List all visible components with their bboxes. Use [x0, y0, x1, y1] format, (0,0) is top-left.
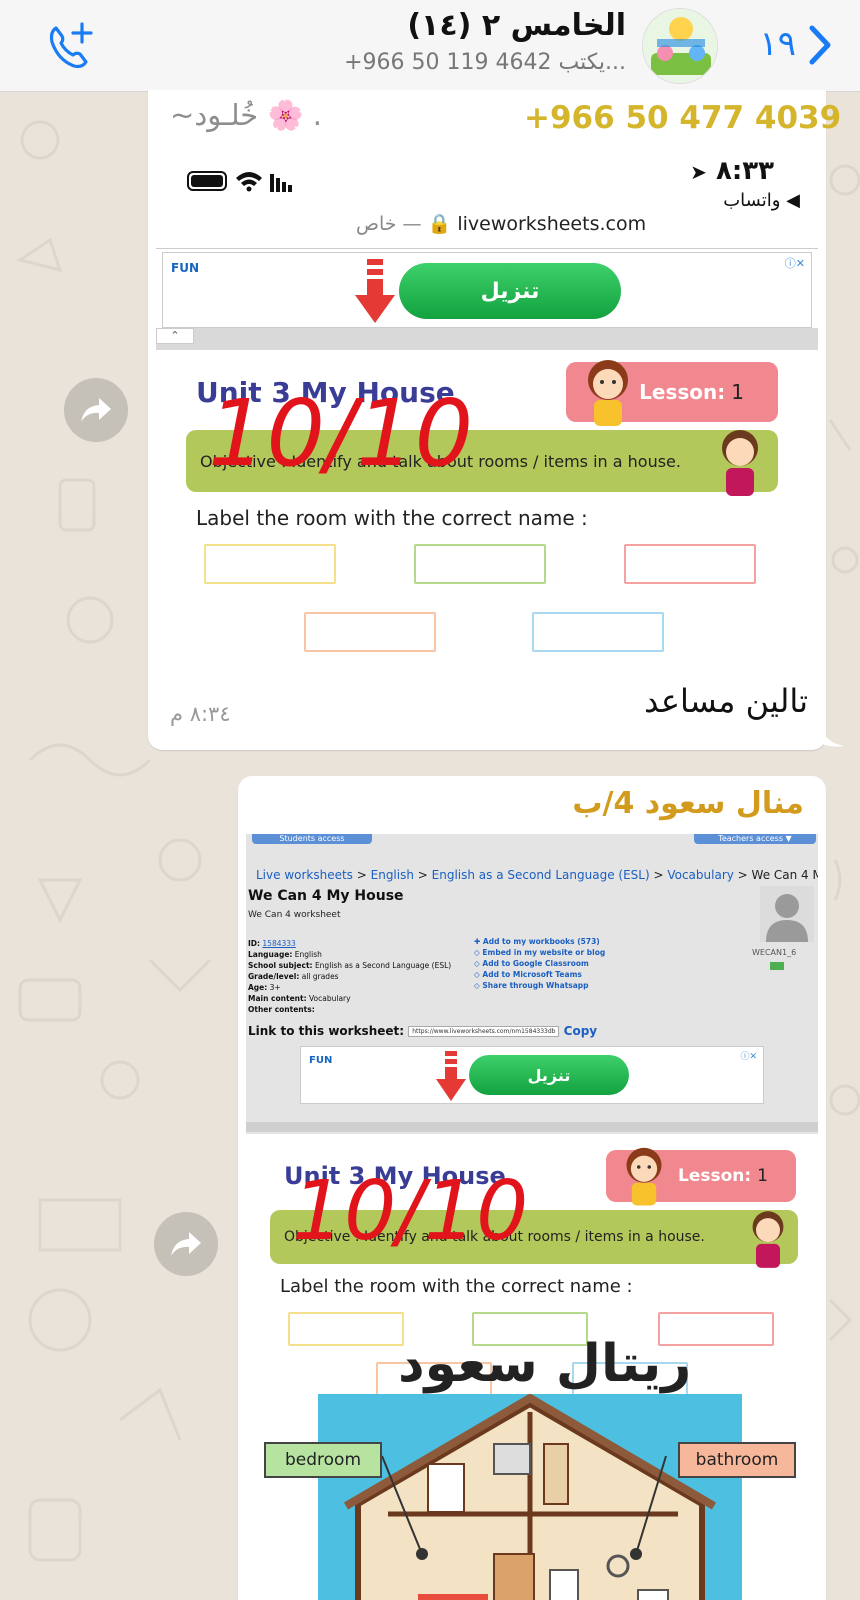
chevron-left-icon[interactable]	[802, 22, 838, 68]
signal-icon	[270, 174, 292, 192]
ad-banner[interactable]: FUN تنزيل ⓘ✕	[162, 252, 812, 328]
answer-box[interactable]	[624, 544, 756, 584]
lock-icon: 🔒	[427, 213, 452, 235]
group-title[interactable]: الخامس ٢ (١٤)	[407, 8, 626, 43]
students-access-tab[interactable]: Students access	[252, 834, 372, 844]
sender-phone[interactable]: +966 50 477 4039	[524, 100, 841, 136]
battery-icon	[187, 171, 227, 191]
girl-illustration	[626, 1147, 662, 1206]
worksheet-link-field[interactable]: https://www.liveworksheets.com/nm1584333…	[408, 1026, 560, 1037]
room-label-bedroom[interactable]: bedroom	[264, 1442, 382, 1478]
forward-button[interactable]	[64, 378, 128, 442]
ad-close-icon[interactable]: ⓘ✕	[740, 1049, 757, 1062]
student-name-overlay: ريتال سعود	[398, 1334, 692, 1394]
ad-logo: FUN	[171, 261, 199, 275]
action-link[interactable]: ◇ Share through Whatsapp	[474, 980, 605, 991]
score-mark: 10/10	[208, 380, 474, 487]
typing-status: +966 50 119 4642 يكتب...	[344, 50, 626, 75]
sender-name: ~خُلـود 🌸 .	[170, 98, 322, 132]
score-mark: 10/10	[292, 1164, 529, 1259]
action-link[interactable]: ◇ Add to Google Classroom	[474, 958, 605, 969]
answer-box[interactable]	[288, 1312, 404, 1346]
sender-name[interactable]: منال سعود 4/ب	[572, 786, 804, 821]
group-avatar[interactable]	[642, 8, 718, 84]
status-time: ➤ ٨:٣٣	[690, 156, 774, 186]
answer-box[interactable]	[532, 612, 664, 652]
author-name[interactable]: WECAN1_6	[752, 948, 796, 957]
add-call-icon[interactable]	[44, 20, 96, 70]
action-link[interactable]: ◇ Add to Microsoft Teams	[474, 969, 605, 980]
url-bar: خاص — 🔒 liveworksheets.com	[356, 213, 647, 235]
boy-illustration	[722, 430, 758, 496]
message-image[interactable]: Students access Teachers access ▼ Live w…	[246, 834, 818, 1600]
boy-illustration	[752, 1211, 784, 1268]
copy-link-button[interactable]: Copy	[564, 1024, 597, 1038]
forward-icon	[171, 1232, 201, 1256]
online-badge	[770, 962, 784, 970]
label-pointer-lines	[381, 1455, 667, 1555]
teachers-access-tab[interactable]: Teachers access ▼	[694, 834, 816, 844]
ad-download-button[interactable]: تنزيل	[399, 263, 621, 319]
message-bubble[interactable]: +966 50 477 4039 ~خُلـود 🌸 . ➤ ٨:٣٣ ◀ وا…	[148, 90, 841, 750]
ad-close-icon[interactable]: ⓘ✕	[785, 255, 805, 271]
instruction-text: Label the room with the correct name :	[280, 1276, 633, 1297]
worksheet-meta: ID: 1584333 Language: English School sub…	[248, 939, 452, 1014]
worksheet-actions: ✚ Add to my workbooks (573) ◇ Embed in m…	[474, 936, 605, 991]
message-bubble[interactable]: منال سعود 4/ب Students access Teachers a…	[238, 776, 826, 1600]
forward-icon	[81, 398, 111, 422]
user-placeholder-icon	[760, 886, 814, 942]
action-link[interactable]: ◇ Embed in my website or blog	[474, 947, 605, 958]
ad-banner[interactable]: FUN تنزيل ⓘ✕	[300, 1046, 764, 1104]
message-time: ٨:٣٤ م	[170, 702, 231, 726]
answer-box[interactable]	[204, 544, 336, 584]
status-icons	[187, 171, 292, 192]
worksheet-subtitle: We Can 4 worksheet	[248, 910, 341, 920]
girl-illustration	[588, 360, 628, 426]
ad-download-button[interactable]: تنزيل	[469, 1055, 629, 1095]
breadcrumb-link[interactable]: English	[371, 868, 414, 882]
ad-logo: FUN	[309, 1055, 333, 1066]
breadcrumb-link[interactable]: English as a Second Language (ESL)	[432, 868, 650, 882]
message-image[interactable]: ➤ ٨:٣٣ ◀ واتساب خاص — 🔒 liveworksheets.c…	[156, 144, 818, 672]
breadcrumb: Live worksheets > English > English as a…	[256, 868, 818, 882]
collapse-ad-button[interactable]: ⌃	[156, 328, 194, 344]
unread-count[interactable]: ١٩	[759, 24, 796, 64]
breadcrumb-link[interactable]: Vocabulary	[667, 868, 734, 882]
action-link[interactable]: ✚ Add to my workbooks (573)	[474, 936, 605, 947]
download-arrow-icon	[355, 259, 395, 323]
download-arrow-icon	[436, 1051, 466, 1101]
forward-button[interactable]	[154, 1212, 218, 1276]
bubble-tail	[818, 720, 844, 747]
answer-box[interactable]	[304, 612, 436, 652]
chat-header: ١٩ الخامس ٢ (١٤) +966 50 119 4642 يكتب..…	[0, 0, 860, 92]
answer-box[interactable]	[414, 544, 546, 584]
back-to-app-label: ◀ واتساب	[723, 190, 800, 211]
worksheet-title: We Can 4 My House	[248, 888, 404, 904]
breadcrumb-link[interactable]: Live worksheets	[256, 868, 353, 882]
wifi-icon	[236, 172, 262, 192]
instruction-text: Label the room with the correct name :	[196, 506, 588, 530]
worksheet-link-row: Link to this worksheet: https://www.live…	[248, 1024, 598, 1038]
room-label-bathroom[interactable]: bathroom	[678, 1442, 796, 1478]
message-caption: تالين مساعد	[644, 682, 808, 720]
